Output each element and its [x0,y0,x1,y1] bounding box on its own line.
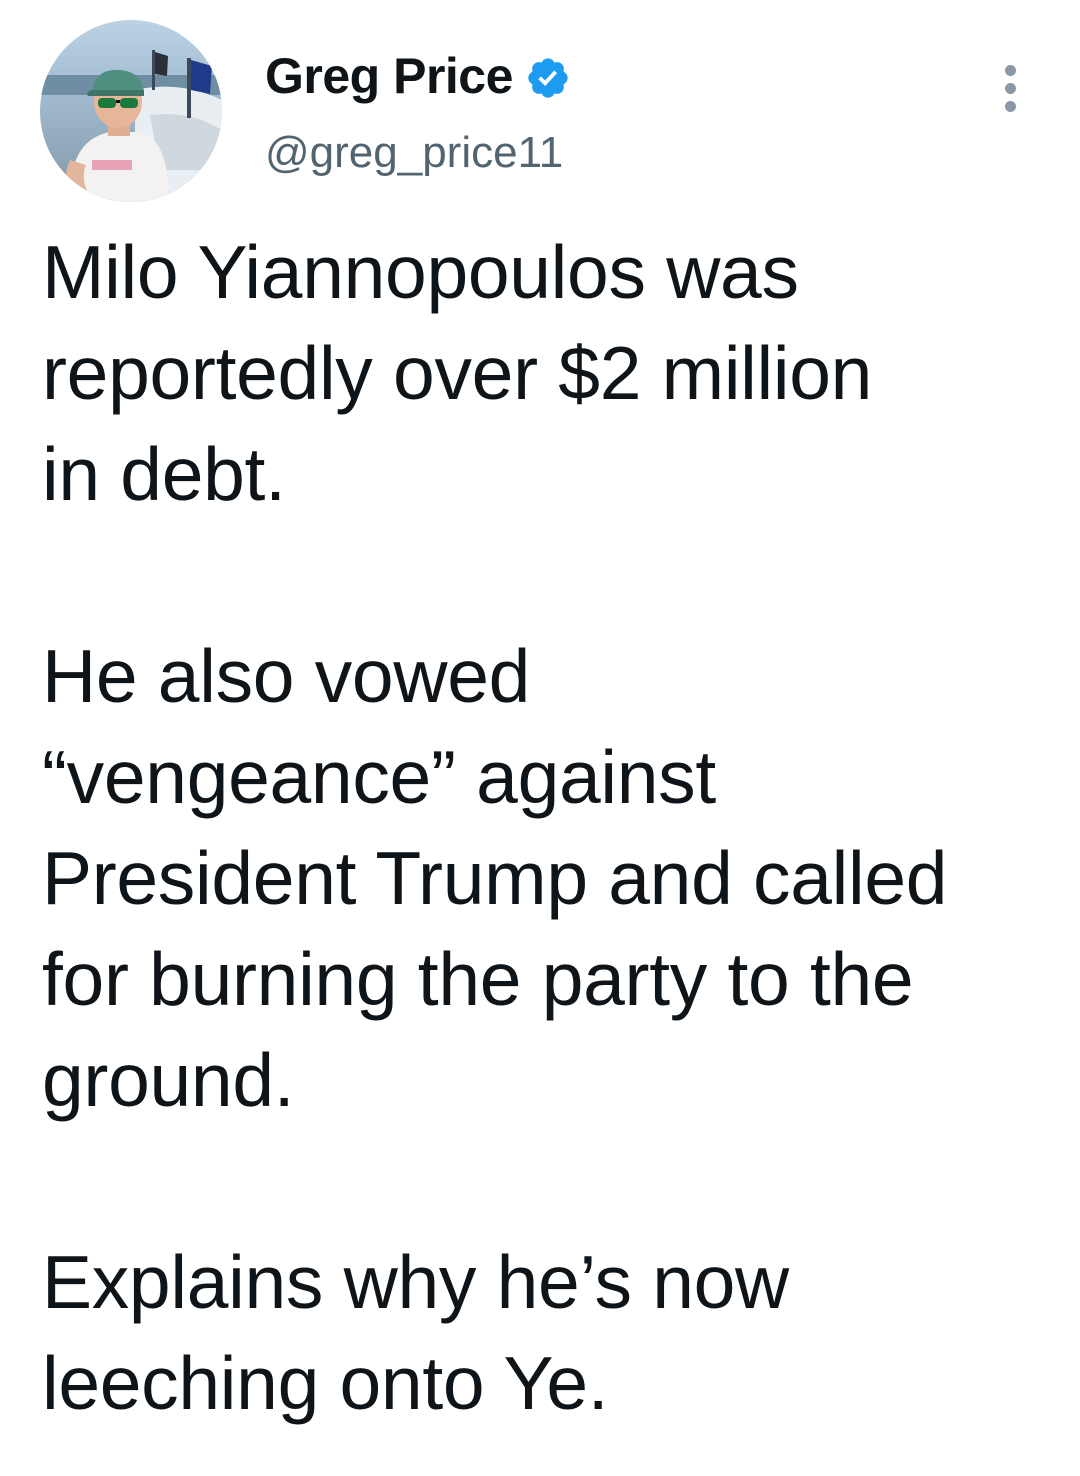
avatar[interactable] [40,20,222,202]
tweet-line: reportedly over $2 million [42,331,873,415]
name-row: Greg Price [265,48,571,104]
more-dot [1004,100,1016,112]
tweet-paragraph-3: Explains why he’s now leeching onto Ye. [42,1232,1052,1434]
tweet-line: for burning the party to the [42,937,914,1021]
tweet-text: Milo Yiannopoulos was reportedly over $2… [42,222,1052,1434]
tweet-line: President Trump and called [42,836,948,920]
tweet-line: “vengeance” against [42,735,716,819]
tweet-line: He also vowed [42,634,531,718]
tweet-line: leeching onto Ye. [42,1341,609,1425]
tweet-paragraph-1: Milo Yiannopoulos was reportedly over $2… [42,222,1052,525]
tweet-paragraph-2: He also vowed “vengeance” against Presid… [42,626,1052,1131]
author-display-name[interactable]: Greg Price [265,48,513,104]
tweet-line: ground. [42,1038,295,1122]
tweet-header: Greg Price @greg_price11 [40,20,1040,205]
avatar-image [40,20,222,202]
tweet-line: Milo Yiannopoulos was [42,230,799,314]
tweet-line: in debt. [42,432,286,516]
tweet: Greg Price @greg_price11 Milo Yiannopoul… [0,0,1080,1476]
more-vertical-icon[interactable] [990,50,1030,126]
more-dot [1004,64,1016,76]
verified-badge-icon [525,55,571,101]
author-handle[interactable]: @greg_price11 [265,128,563,178]
more-dot [1004,82,1016,94]
tweet-line: Explains why he’s now [42,1240,789,1324]
